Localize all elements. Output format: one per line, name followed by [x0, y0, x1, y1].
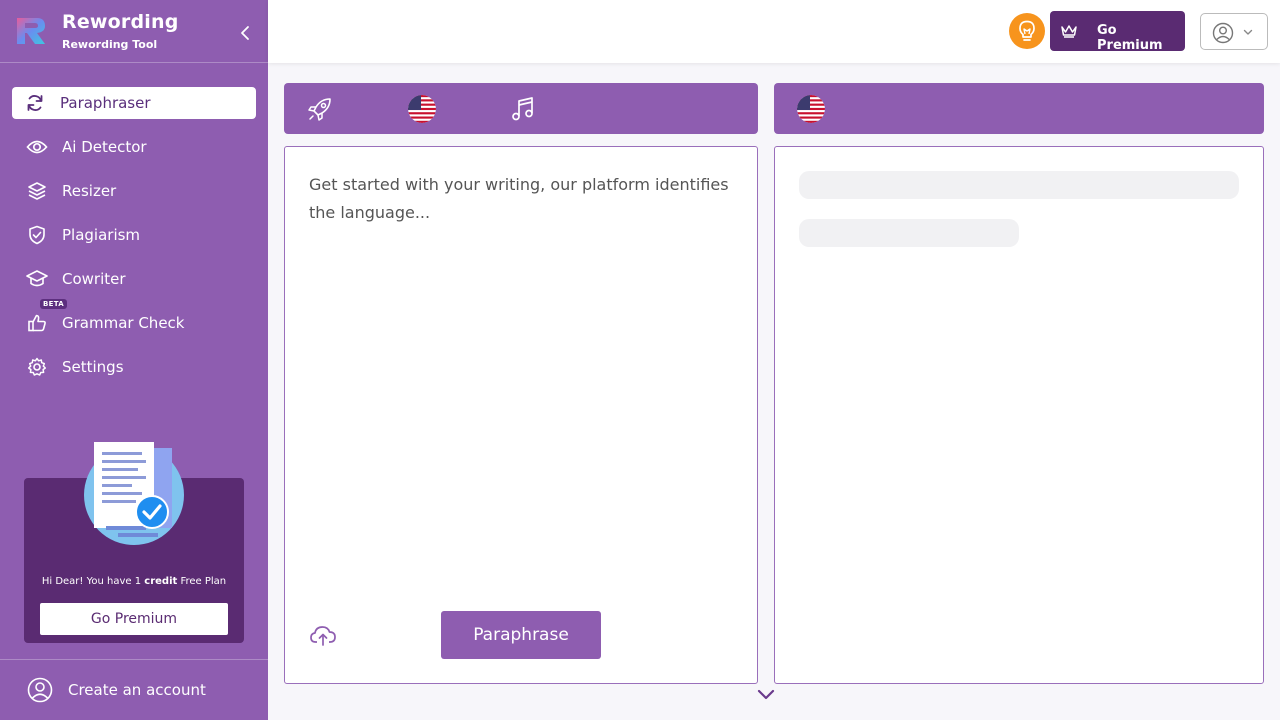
input-text-area[interactable]: Get started with your writing, our platf… — [309, 171, 729, 227]
refresh-icon — [24, 93, 46, 113]
rocket-icon — [308, 98, 331, 121]
collapse-sidebar-icon[interactable] — [238, 25, 254, 41]
go-premium-label: Go Premium — [1097, 23, 1163, 53]
output-panel — [774, 146, 1264, 684]
sidebar-item-settings[interactable]: Settings — [12, 351, 256, 383]
sidebar-nav: Paraphraser Ai Detector Resizer Plagiari… — [12, 87, 256, 395]
user-menu-dropdown[interactable] — [1200, 13, 1268, 50]
tips-button[interactable] — [1009, 13, 1045, 49]
layers-icon — [26, 181, 48, 201]
rocket-mode-button[interactable] — [305, 94, 335, 124]
top-header: Go Premium — [268, 0, 1280, 63]
sidebar-item-cowriter[interactable]: Cowriter — [12, 263, 256, 295]
paraphrase-button[interactable]: Paraphrase — [441, 611, 601, 659]
lightbulb-icon — [1019, 20, 1035, 41]
sidebar-item-paraphraser[interactable]: Paraphraser — [12, 87, 256, 119]
sidebar-item-grammar-check[interactable]: BETA Grammar Check — [12, 299, 256, 339]
sidebar-item-label: Settings — [62, 358, 124, 376]
music-note-icon — [512, 97, 533, 121]
rewording-logo — [17, 18, 45, 44]
graduation-cap-icon — [26, 269, 48, 289]
create-account-label: Create an account — [68, 681, 206, 699]
shield-check-icon — [26, 225, 48, 245]
gear-icon — [26, 357, 48, 377]
beta-badge: BETA — [40, 299, 67, 309]
go-premium-button[interactable]: Go Premium — [1050, 11, 1185, 53]
cloud-upload-icon[interactable] — [309, 623, 337, 647]
create-account-link[interactable]: Create an account — [0, 659, 268, 720]
sidebar-item-plagiarism[interactable]: Plagiarism — [12, 219, 256, 251]
thumbs-up-icon — [26, 313, 48, 333]
sidebar: Rewording Rewording Tool Paraphraser Ai … — [0, 0, 268, 720]
input-panel: Get started with your writing, our platf… — [284, 146, 758, 684]
chevron-down-icon[interactable] — [757, 687, 775, 701]
crown-icon — [1061, 25, 1077, 38]
sidebar-item-resizer[interactable]: Resizer — [12, 175, 256, 207]
input-language-button[interactable] — [407, 94, 437, 124]
loading-skeleton-line — [799, 171, 1239, 199]
eye-icon — [26, 137, 48, 157]
user-circle-icon — [27, 677, 53, 703]
music-tone-button[interactable] — [508, 94, 538, 124]
sidebar-item-label: Grammar Check — [62, 314, 185, 332]
sidebar-item-label: Ai Detector — [62, 138, 147, 156]
brand-header: Rewording Rewording Tool — [0, 0, 268, 63]
document-check-illustration — [84, 442, 184, 545]
output-toolbar — [774, 83, 1264, 134]
sidebar-item-label: Cowriter — [62, 270, 126, 288]
us-flag-icon — [797, 95, 825, 123]
sidebar-item-label: Plagiarism — [62, 226, 141, 244]
brand-subtitle: Rewording Tool — [62, 38, 158, 51]
chevron-down-icon — [1243, 29, 1253, 35]
promo-go-premium-button[interactable]: Go Premium — [40, 603, 228, 635]
output-language-button[interactable] — [796, 94, 826, 124]
sidebar-item-ai-detector[interactable]: Ai Detector — [12, 131, 256, 163]
input-toolbar — [284, 83, 758, 134]
user-avatar-icon — [1212, 22, 1234, 44]
us-flag-icon — [408, 95, 436, 123]
sidebar-item-label: Resizer — [62, 182, 117, 200]
brand-title: Rewording — [62, 11, 179, 33]
credit-message: Hi Dear! You have 1 credit Free Plan — [41, 576, 227, 587]
loading-skeleton-line — [799, 219, 1019, 247]
sidebar-item-label: Paraphraser — [60, 94, 151, 112]
